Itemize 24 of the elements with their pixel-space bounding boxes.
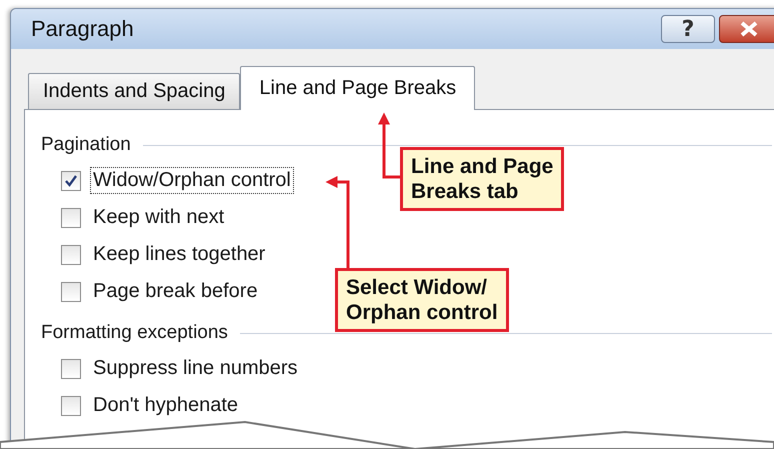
group-heading: Pagination xyxy=(41,134,131,156)
help-button[interactable]: ? xyxy=(661,15,715,43)
tab[interactable]: Indents and Spacing xyxy=(28,73,240,109)
check-mark-icon xyxy=(64,174,78,188)
close-button[interactable] xyxy=(719,15,774,43)
checkbox-label[interactable]: Keep lines together xyxy=(90,241,268,268)
checkbox[interactable] xyxy=(61,208,81,228)
tab[interactable]: Line and Page Breaks xyxy=(240,66,476,110)
window-title: Paragraph xyxy=(31,16,134,42)
checkbox[interactable] xyxy=(61,282,81,302)
checkbox-label[interactable]: Don't hyphenate xyxy=(90,392,242,419)
callout: Select Widow/ Orphan control xyxy=(335,268,509,332)
checkbox[interactable] xyxy=(61,358,81,378)
group-heading: Formatting exceptions xyxy=(41,322,228,344)
arrow xyxy=(378,112,400,178)
checkbox[interactable] xyxy=(61,170,81,190)
checkbox-label[interactable]: Page break before xyxy=(90,278,261,305)
close-icon xyxy=(738,21,760,37)
checkbox-label[interactable]: Widow/Orphan control xyxy=(90,167,294,194)
checkbox[interactable] xyxy=(61,396,81,416)
checkbox-label[interactable]: Keep with next xyxy=(90,204,228,231)
callout: Line and Page Breaks tab xyxy=(400,147,564,212)
checkbox[interactable] xyxy=(61,244,81,264)
checkbox-label[interactable]: Suppress line numbers xyxy=(90,355,301,382)
